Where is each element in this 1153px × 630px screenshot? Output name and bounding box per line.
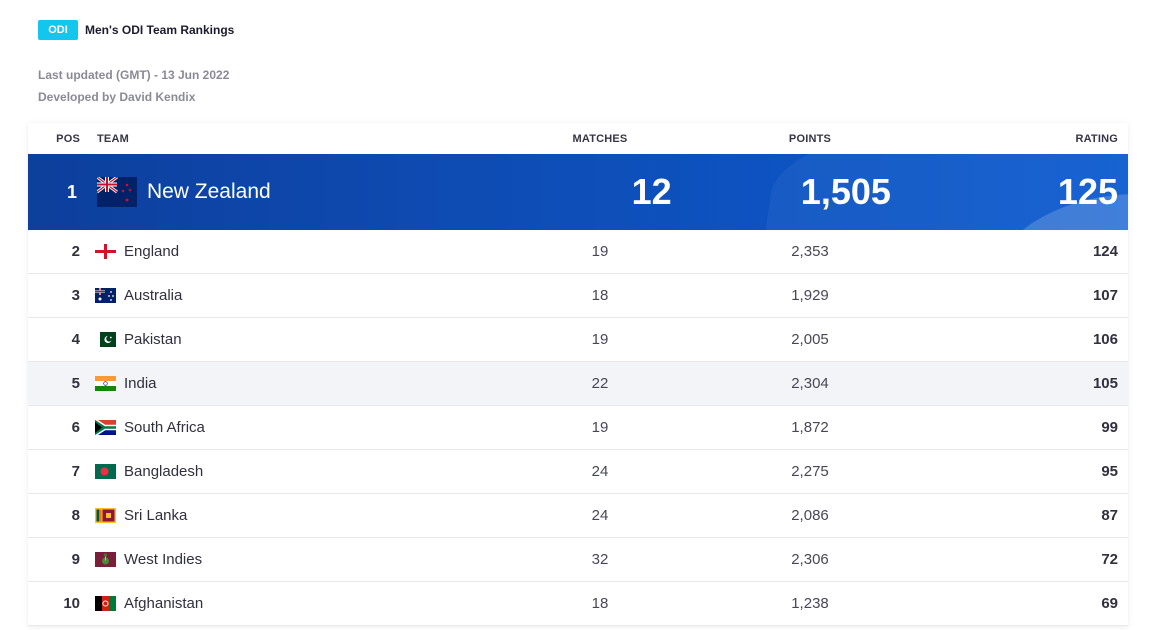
team-name: Afghanistan	[124, 595, 204, 612]
bangladesh-flag-icon	[95, 464, 116, 479]
position-cell: 5	[71, 375, 80, 392]
team-cell[interactable]: Pakistan	[80, 331, 480, 348]
table-row[interactable]: 3 Australia 18 1,929 107	[28, 274, 1128, 318]
position-cell: 2	[71, 243, 80, 260]
team-cell[interactable]: Afghanistan	[80, 595, 480, 612]
table-header: POS TEAM MATCHES POINTS RATING	[28, 123, 1128, 154]
team-name: India	[124, 375, 157, 392]
rating-cell: 107	[1092, 287, 1118, 304]
rating-cell: 69	[1101, 595, 1118, 612]
rankings-table: POS TEAM MATCHES POINTS RATING 1 New Zea…	[28, 123, 1128, 626]
position-cell: 8	[71, 507, 80, 524]
rating-cell: 72	[1101, 551, 1118, 568]
points-cell: 1,505	[800, 171, 891, 212]
table-row-top[interactable]: 1 New Zealand 12 1,505 125	[28, 154, 1128, 230]
points-cell: 1,238	[791, 595, 829, 612]
table-row[interactable]: 8 Sri Lanka 24 2,086 87	[28, 494, 1128, 538]
west-indies-flag-icon	[95, 552, 116, 567]
last-updated-text: Last updated (GMT) - 13 Jun 2022	[38, 68, 230, 82]
rating-cell: 87	[1101, 507, 1118, 524]
page-title: Men's ODI Team Rankings	[85, 23, 235, 37]
position-cell: 4	[71, 331, 80, 348]
table-row[interactable]: 9 West Indies 32 2,306 72	[28, 538, 1128, 582]
south-africa-flag-icon	[95, 420, 116, 435]
australia-flag-icon	[95, 288, 116, 303]
column-header-team: TEAM	[97, 132, 129, 145]
team-name: Sri Lanka	[124, 507, 188, 524]
rating-cell: 105	[1092, 375, 1118, 392]
format-badge: ODI	[38, 20, 78, 40]
team-name: South Africa	[124, 419, 205, 436]
points-cell: 2,086	[791, 507, 829, 524]
matches-cell: 19	[591, 419, 609, 436]
matches-cell: 24	[591, 507, 609, 524]
points-cell: 2,275	[791, 463, 829, 480]
matches-cell: 32	[591, 551, 609, 568]
matches-cell: 19	[591, 243, 609, 260]
new-zealand-flag-icon	[96, 177, 137, 207]
points-cell: 1,929	[791, 287, 829, 304]
meta-info: Last updated (GMT) - 13 Jun 2022 Develop…	[38, 64, 229, 108]
matches-cell: 12	[631, 171, 672, 212]
rating-cell: 125	[1057, 171, 1118, 212]
position-cell: 1	[66, 181, 77, 202]
pakistan-flag-icon	[95, 332, 116, 347]
points-cell: 1,872	[791, 419, 829, 436]
matches-cell: 24	[591, 463, 609, 480]
points-cell: 2,353	[791, 243, 829, 260]
points-cell: 2,005	[791, 331, 829, 348]
table-row[interactable]: 6 South Africa 19 1,872 99	[28, 406, 1128, 450]
column-header-points: POINTS	[788, 132, 832, 145]
column-header-pos: POS	[56, 132, 80, 145]
rating-cell: 106	[1092, 331, 1118, 348]
rankings-page: ODI Men's ODI Team Rankings Last updated…	[0, 0, 1153, 630]
team-cell[interactable]: England	[80, 243, 480, 260]
position-cell: 9	[71, 551, 80, 568]
team-name: New Zealand	[146, 180, 271, 203]
team-name: Pakistan	[124, 331, 182, 348]
india-flag-icon	[95, 376, 116, 391]
position-cell: 6	[71, 419, 80, 436]
points-cell: 2,304	[791, 375, 829, 392]
table-row[interactable]: 4 Pakistan 19 2,005 106	[28, 318, 1128, 362]
team-name: West Indies	[124, 551, 203, 568]
matches-cell: 18	[591, 287, 609, 304]
column-header-matches: MATCHES	[572, 132, 628, 145]
page-header: ODI Men's ODI Team Rankings	[38, 20, 234, 40]
team-cell[interactable]: India	[80, 375, 480, 392]
table-row[interactable]: 5 India 22 2,304 105	[28, 362, 1128, 406]
matches-cell: 18	[591, 595, 609, 612]
points-cell: 2,306	[791, 551, 829, 568]
team-cell[interactable]: Bangladesh	[80, 463, 480, 480]
team-name: Bangladesh	[124, 463, 204, 480]
table-row[interactable]: 2 England 19 2,353 124	[28, 230, 1128, 274]
sri-lanka-flag-icon	[95, 508, 116, 523]
team-cell[interactable]: South Africa	[80, 419, 480, 436]
position-cell: 10	[63, 595, 80, 612]
team-name: Australia	[124, 287, 183, 304]
rating-cell: 95	[1101, 463, 1118, 480]
afghanistan-flag-icon	[95, 596, 116, 611]
team-name: England	[124, 243, 180, 260]
position-cell: 7	[71, 463, 80, 480]
team-cell[interactable]: New Zealand	[77, 177, 469, 207]
england-flag-icon	[95, 244, 116, 259]
column-header-rating: RATING	[1075, 132, 1118, 145]
matches-cell: 22	[591, 375, 609, 392]
developed-by-text: Developed by David Kendix	[38, 90, 196, 104]
team-cell[interactable]: West Indies	[80, 551, 480, 568]
team-cell[interactable]: Sri Lanka	[80, 507, 480, 524]
table-row[interactable]: 10 Afghanistan 18 1,238 69	[28, 582, 1128, 626]
team-cell[interactable]: Australia	[80, 287, 480, 304]
rating-cell: 124	[1092, 243, 1118, 260]
rating-cell: 99	[1101, 419, 1118, 436]
table-row[interactable]: 7 Bangladesh 24 2,275 95	[28, 450, 1128, 494]
position-cell: 3	[71, 287, 80, 304]
matches-cell: 19	[591, 331, 609, 348]
